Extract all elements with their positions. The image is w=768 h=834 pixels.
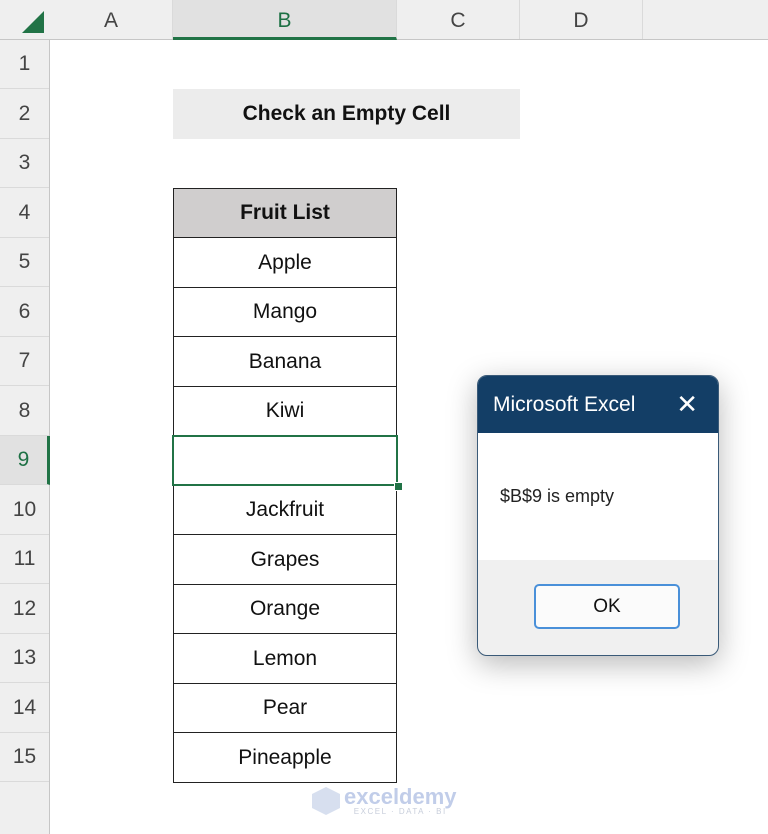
active-cell-selection xyxy=(172,435,398,486)
row-header-bar: 1 2 3 4 5 6 7 8 9 10 11 12 13 14 15 xyxy=(0,40,50,834)
row-header-3[interactable]: 3 xyxy=(0,139,49,188)
table-header-cell[interactable]: Fruit List xyxy=(173,188,397,238)
table-cell-b10[interactable]: Jackfruit xyxy=(173,485,397,535)
row-header-5[interactable]: 5 xyxy=(0,238,49,287)
table-cell-b7[interactable]: Banana xyxy=(173,336,397,387)
exceldemy-logo-icon xyxy=(312,787,340,815)
close-icon[interactable]: ✕ xyxy=(676,390,698,418)
ok-button[interactable]: OK xyxy=(534,584,680,629)
message-box-dialog: Microsoft Excel ✕ $B$9 is empty OK xyxy=(477,375,719,656)
row-header-10[interactable]: 10 xyxy=(0,485,49,535)
dialog-title: Microsoft Excel xyxy=(493,392,636,416)
table-cell-b14[interactable]: Pear xyxy=(173,683,397,733)
row-header-4[interactable]: 4 xyxy=(0,188,49,238)
dialog-footer: OK xyxy=(478,560,718,655)
table-cell-b13[interactable]: Lemon xyxy=(173,633,397,684)
row-header-9[interactable]: 9 xyxy=(0,436,50,485)
table-cell-b12[interactable]: Orange xyxy=(173,584,397,634)
dialog-message: $B$9 is empty xyxy=(500,486,615,506)
select-all-button[interactable] xyxy=(0,0,50,39)
table-cell-b11[interactable]: Grapes xyxy=(173,534,397,585)
row-header-13[interactable]: 13 xyxy=(0,634,49,683)
column-header-c[interactable]: C xyxy=(397,0,520,39)
row-header-6[interactable]: 6 xyxy=(0,287,49,337)
column-header-a[interactable]: A xyxy=(50,0,173,39)
exceldemy-watermark: exceldemy EXCEL · DATA · BI xyxy=(312,786,457,816)
watermark-tagline: EXCEL · DATA · BI xyxy=(353,807,447,816)
row-header-12[interactable]: 12 xyxy=(0,584,49,634)
column-header-bar: A B C D xyxy=(0,0,768,40)
watermark-name: exceldemy xyxy=(344,784,457,809)
table-cell-b15[interactable]: Pineapple xyxy=(173,732,397,783)
select-all-triangle-icon xyxy=(22,11,44,33)
row-header-7[interactable]: 7 xyxy=(0,337,49,386)
row-header-16[interactable] xyxy=(0,782,49,834)
column-header-b[interactable]: B xyxy=(173,0,397,40)
row-header-8[interactable]: 8 xyxy=(0,386,49,436)
row-header-1[interactable]: 1 xyxy=(0,40,49,89)
sheet-title-cell[interactable]: Check an Empty Cell xyxy=(173,89,520,139)
dialog-body: $B$9 is empty xyxy=(478,433,718,560)
column-header-e[interactable] xyxy=(643,0,768,39)
row-header-11[interactable]: 11 xyxy=(0,535,49,584)
row-header-15[interactable]: 15 xyxy=(0,733,49,782)
table-cell-b6[interactable]: Mango xyxy=(173,287,397,337)
dialog-title-bar: Microsoft Excel ✕ xyxy=(478,376,718,433)
fill-handle[interactable] xyxy=(394,482,403,491)
table-cell-b5[interactable]: Apple xyxy=(173,237,397,288)
row-header-2[interactable]: 2 xyxy=(0,89,49,139)
table-cell-b8[interactable]: Kiwi xyxy=(173,386,397,436)
column-header-d[interactable]: D xyxy=(520,0,643,39)
row-header-14[interactable]: 14 xyxy=(0,683,49,733)
